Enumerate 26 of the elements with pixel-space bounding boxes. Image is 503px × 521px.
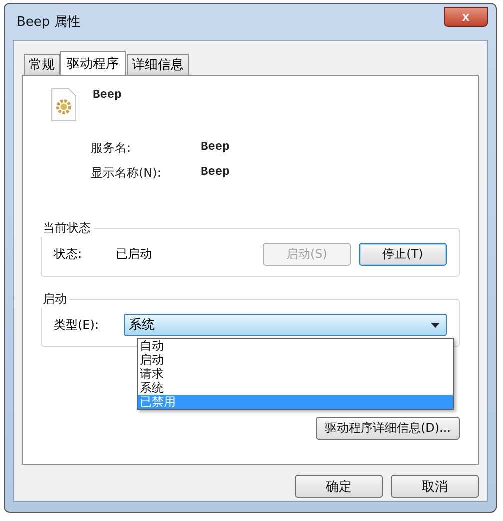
type-label: 类型(E): (54, 316, 100, 334)
field-value: Beep (201, 165, 230, 181)
driver-name: Beep (93, 88, 122, 104)
field-value: Beep (201, 140, 230, 156)
gear-document-icon (51, 88, 77, 122)
close-button[interactable]: x (444, 7, 488, 27)
dropdown-option[interactable]: 请求 (138, 367, 453, 381)
field-label: 显示名称(N): (91, 165, 162, 182)
dialog-button[interactable]: 取消 (391, 475, 479, 498)
tab[interactable]: 驱动程序 (60, 51, 126, 75)
group-title: 启动 (40, 291, 70, 308)
dialog-button[interactable]: 确定 (295, 475, 383, 498)
service-button[interactable]: 停止(T) (359, 243, 447, 266)
field-label: 服务名: (91, 140, 132, 157)
dropdown-arrow-icon (431, 322, 440, 328)
dropdown-option[interactable]: 启动 (138, 353, 453, 367)
driver-details-button[interactable]: 驱动程序详细信息(D)... (316, 417, 460, 440)
group-title: 当前状态 (40, 220, 94, 237)
tab[interactable]: 常规 (24, 54, 60, 75)
tab[interactable]: 详细信息 (127, 54, 189, 75)
status-label: 状态: (54, 246, 84, 263)
dropdown-option[interactable]: 自动 (138, 339, 453, 353)
status-value: 已启动 (116, 246, 153, 263)
window-title: Beep 属性 (16, 14, 80, 31)
startup-type-dropdown[interactable]: 系统 (124, 314, 447, 336)
dropdown-option[interactable]: 系统 (138, 381, 453, 395)
